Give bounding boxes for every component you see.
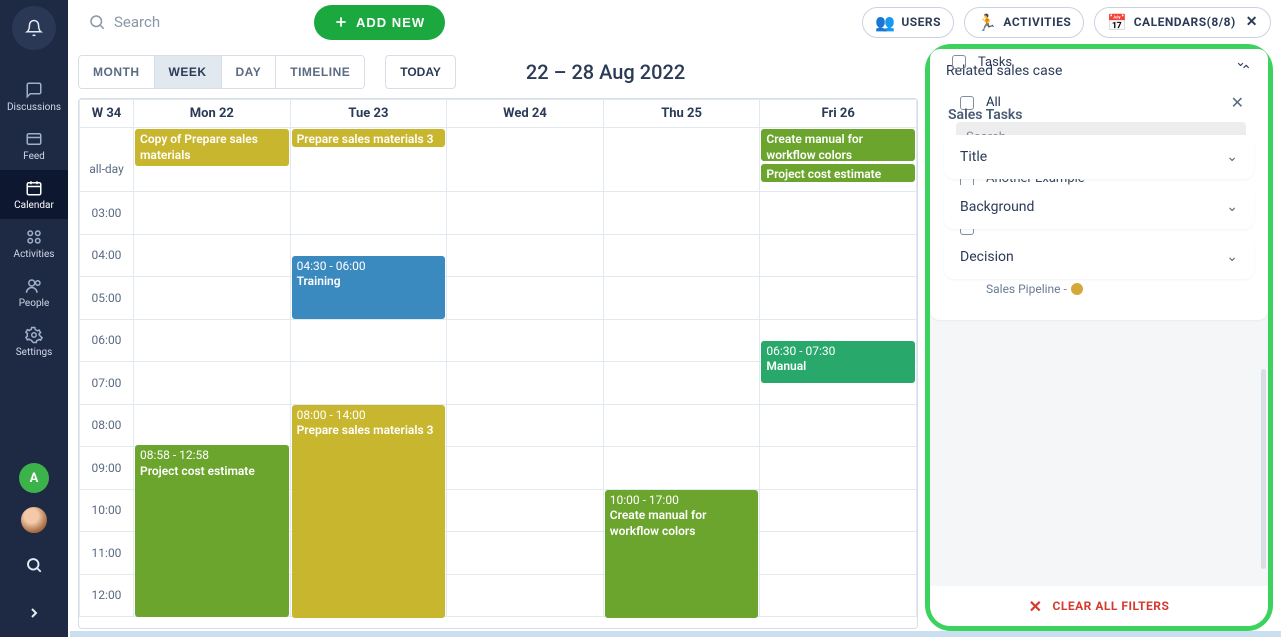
tasks-label: Tasks	[978, 55, 1012, 70]
search-icon	[88, 13, 106, 31]
day-header: Mon 22	[134, 100, 291, 128]
event-allday[interactable]: Prepare sales materials 3	[292, 129, 446, 147]
pill-label: CALENDARS(8/8)	[1134, 15, 1236, 29]
pill-label: USERS	[901, 15, 941, 29]
filter-title[interactable]: Title⌄	[944, 135, 1254, 179]
users-pill[interactable]: 👥 USERS	[862, 7, 954, 38]
chevron-down-icon: ⌄	[1226, 149, 1238, 165]
close-icon[interactable]: ✕	[1246, 14, 1258, 30]
add-new-button[interactable]: ADD NEW	[314, 5, 445, 40]
event-time: 10:00 - 17:00	[610, 493, 679, 507]
bell-icon	[25, 19, 43, 37]
activities-pill[interactable]: 🏃 ACTIVITIES	[964, 7, 1084, 38]
chevron-down-icon: ⌄	[1226, 199, 1238, 215]
hour-label: 04:00	[80, 248, 133, 262]
panel-title: Sales Tasks	[948, 107, 1023, 123]
day-header: Tue 23	[290, 100, 447, 128]
hour-label: 03:00	[80, 206, 133, 220]
sidebar-item-activities[interactable]: Activities	[0, 219, 68, 268]
chat-icon	[25, 81, 43, 99]
pill-label: ACTIVITIES	[1003, 15, 1071, 29]
chevron-right-icon	[26, 605, 42, 621]
sidebar-item-discussions[interactable]: Discussions	[0, 72, 68, 121]
search-icon	[25, 556, 43, 574]
search-placeholder: Search	[114, 13, 160, 31]
view-week[interactable]: WEEK	[154, 56, 221, 88]
sidebar-item-label: Calendar	[14, 200, 54, 211]
feed-icon	[25, 130, 43, 148]
activity-icon	[25, 228, 43, 246]
filters-panel: Tasks ⌄ Sales Tasks Title⌄ Background⌄ D…	[925, 44, 1273, 631]
event-allday[interactable]: Project cost estimate	[761, 164, 915, 182]
avatar-initial[interactable]: A	[19, 463, 49, 493]
checkbox[interactable]	[952, 55, 966, 69]
calendar-icon: 📅	[1107, 13, 1127, 32]
close-icon: ✕	[1029, 597, 1043, 616]
event-allday[interactable]: Create manual for workflow colors	[761, 129, 915, 161]
sidebar-item-settings[interactable]: Settings	[0, 317, 68, 366]
sidebar-item-people[interactable]: People	[0, 268, 68, 317]
hour-label: 08:00	[80, 418, 133, 432]
event-allday[interactable]: Copy of Prepare sales materials	[135, 129, 289, 166]
filter-background[interactable]: Background⌄	[944, 185, 1254, 229]
option-sub: Sales Pipeline -	[986, 282, 1083, 296]
tasks-toggle[interactable]: Tasks ⌄	[952, 49, 1246, 77]
view-day[interactable]: DAY	[221, 56, 276, 88]
close-icon[interactable]: ✕	[1231, 93, 1244, 112]
sidebar-item-label: Activities	[14, 249, 55, 260]
sidebar-item-label: Feed	[23, 151, 45, 162]
hour-label: 06:00	[80, 333, 133, 347]
event-title: Project cost estimate	[140, 464, 284, 480]
hour-label: 07:00	[80, 376, 133, 390]
plus-icon	[334, 15, 348, 29]
hour-label: 10:00	[80, 503, 133, 517]
sidebar-search-button[interactable]	[18, 549, 50, 581]
sidebar-item-calendar[interactable]: Calendar	[0, 170, 68, 219]
topbar: Search ADD NEW 👥 USERS 🏃 ACTIVITIES 📅 CALEN…	[68, 0, 1281, 44]
hour-label: 09:00	[80, 461, 133, 475]
view-month[interactable]: MONTH	[79, 56, 154, 88]
clear-label: CLEAR ALL FILTERS	[1053, 599, 1170, 613]
users-icon: 👥	[875, 13, 895, 32]
activity-icon: 🏃	[977, 13, 997, 32]
event-time: 08:00 - 14:00	[297, 408, 366, 422]
hour-label: 11:00	[80, 546, 133, 560]
hour-label: 12:00	[80, 588, 133, 602]
people-icon	[25, 277, 43, 295]
sidebar-item-label: Settings	[16, 347, 53, 358]
sidebar-item-label: People	[19, 298, 50, 309]
filter-decision[interactable]: Decision⌄	[944, 235, 1254, 279]
week-number: W 34	[80, 100, 134, 128]
sidebar-item-feed[interactable]: Feed	[0, 121, 68, 170]
allday-label: all-day	[80, 128, 133, 176]
status-dot-icon	[1071, 283, 1083, 295]
event-time: 04:30 - 06:00	[297, 259, 366, 273]
sidebar-expand-button[interactable]	[18, 597, 50, 629]
view-segment: MONTH WEEK DAY TIMELINE	[78, 55, 365, 89]
avatar-photo[interactable]	[19, 505, 49, 535]
chevron-down-icon: ⌄	[1235, 55, 1246, 70]
gear-icon	[25, 326, 43, 344]
sidebar-item-label: Discussions	[7, 102, 61, 113]
day-header: Fri 26	[760, 100, 917, 128]
clear-filters-button[interactable]: ✕ CLEAR ALL FILTERS	[930, 586, 1268, 626]
calendar-icon	[25, 179, 43, 197]
event-time: 08:58 - 12:58	[140, 448, 209, 462]
global-search[interactable]: Search	[78, 13, 298, 31]
sidebar: Discussions Feed Calendar Activities Peo…	[0, 0, 68, 637]
notifications-button[interactable]	[12, 6, 56, 50]
today-button[interactable]: TODAY	[385, 55, 456, 89]
calendar-grid: W 34 Mon 22 Tue 23 Wed 24 Thu 25 Fri 26 …	[78, 98, 918, 629]
calendars-pill[interactable]: 📅 CALENDARS(8/8) ✕	[1094, 7, 1271, 38]
event-time: 06:30 - 07:30	[766, 344, 835, 358]
hour-label: 05:00	[80, 291, 133, 305]
add-new-label: ADD NEW	[356, 15, 425, 30]
day-header: Thu 25	[603, 100, 760, 128]
day-header: Wed 24	[447, 100, 604, 128]
event-title: Prepare sales materials 3	[297, 423, 441, 439]
date-range: 22 – 28 Aug 2022	[526, 60, 685, 84]
view-timeline[interactable]: TIMELINE	[275, 56, 364, 88]
chevron-down-icon: ⌄	[1226, 249, 1238, 265]
bottom-strip	[70, 631, 1281, 637]
